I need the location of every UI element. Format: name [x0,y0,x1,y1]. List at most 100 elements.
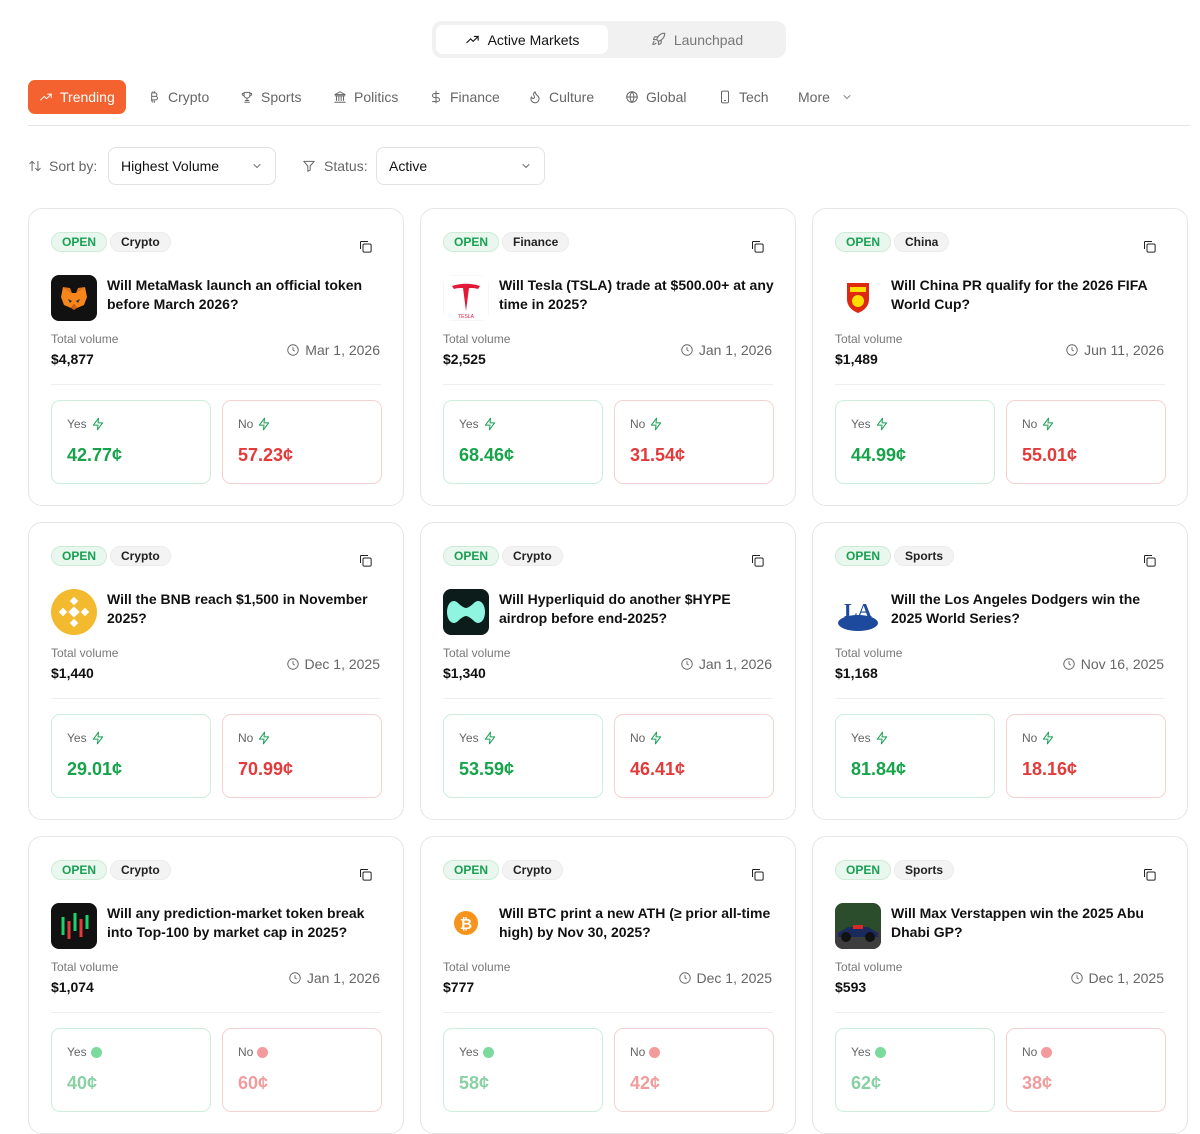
market-question[interactable]: Will the BNB reach $1,500 in November 20… [107,590,385,628]
no-label: No [238,1045,254,1059]
end-date: Dec 1, 2025 [1070,970,1164,986]
tab-launchpad[interactable]: Launchpad [612,25,782,54]
yes-button[interactable]: Yes 42.77¢ [51,400,211,484]
market-card[interactable]: OPEN Crypto Will any prediction-market t… [28,836,404,1134]
category-culture[interactable]: Culture [528,80,594,114]
yes-label: Yes [851,731,871,745]
no-button[interactable]: No 55.01¢ [1006,400,1166,484]
category-global[interactable]: Global [625,80,686,114]
sort-arrows-icon [29,160,41,172]
yes-label: Yes [851,417,871,431]
status-badge: OPEN [835,232,892,252]
market-card[interactable]: OPEN China Will China PR qualify for the… [812,208,1188,506]
no-button[interactable]: No 18.16¢ [1006,714,1166,798]
category-politics[interactable]: Politics [333,80,398,114]
yes-button[interactable]: Yes 40¢ [51,1028,211,1112]
tesla-logo: TESLA [443,275,489,321]
volume-label: Total volume [835,332,903,346]
no-button[interactable]: No 38¢ [1006,1028,1166,1112]
market-question[interactable]: Will MetaMask launch an official token b… [107,276,385,314]
category-more[interactable]: More [798,80,853,114]
status-label-group: Status: [302,147,368,185]
lightning-icon [259,417,270,431]
chevron-down-icon [253,164,261,168]
end-date-text: Dec 1, 2025 [696,970,773,986]
yes-button[interactable]: Yes 68.46¢ [443,400,603,484]
copy-icon[interactable] [750,867,765,882]
no-button[interactable]: No 42¢ [614,1028,774,1112]
market-question[interactable]: Will China PR qualify for the 2026 FIFA … [891,276,1169,314]
volume-value: $593 [835,979,867,995]
clock-icon [681,344,693,356]
lightning-icon [259,731,270,745]
yes-button[interactable]: Yes 29.01¢ [51,714,211,798]
f1-car-logo [835,903,881,949]
clock-icon [681,658,693,670]
market-card[interactable]: OPEN Sports Will Max Verstappen win the … [812,836,1188,1134]
no-button[interactable]: No 60¢ [222,1028,382,1112]
trending-up-icon [465,35,479,44]
market-card[interactable]: OPEN Crypto Will Hyperliquid do another … [420,522,796,820]
yes-label-group: Yes [459,1045,494,1059]
yes-label-group: Yes [851,731,889,745]
no-button[interactable]: No 70.99¢ [222,714,382,798]
tab-active-markets[interactable]: Active Markets [436,25,608,54]
copy-icon[interactable] [1142,867,1157,882]
copy-icon[interactable] [358,239,373,254]
market-card[interactable]: OPEN Crypto Will MetaMask launch an offi… [28,208,404,506]
market-card[interactable]: OPEN Crypto ₿ Will BTC print a new ATH (… [420,836,796,1134]
no-price: 46.41¢ [630,759,686,779]
market-question[interactable]: Will BTC print a new ATH (≥ prior all-ti… [499,904,777,942]
yes-button[interactable]: Yes 81.84¢ [835,714,995,798]
category-crypto[interactable]: Crypto [147,80,209,114]
yes-button[interactable]: Yes 53.59¢ [443,714,603,798]
market-question[interactable]: Will Tesla (TSLA) trade at $500.00+ at a… [499,276,777,314]
status-badge: OPEN [835,860,892,880]
volume-label: Total volume [51,332,119,346]
category-sports[interactable]: Sports [240,80,301,114]
status-select[interactable]: Active [376,147,545,185]
market-card[interactable]: OPEN Crypto Will the BNB reach $1,500 in… [28,522,404,820]
yes-button[interactable]: Yes 62¢ [835,1028,995,1112]
no-label-group: No [630,731,663,745]
copy-icon[interactable] [358,867,373,882]
no-label-group: No [1022,417,1055,431]
market-card[interactable]: OPEN Sports LA Will the Los Angeles Dodg… [812,522,1188,820]
trophy-icon [241,91,253,103]
yes-button[interactable]: Yes 58¢ [443,1028,603,1112]
sort-select[interactable]: Highest Volume [108,147,276,185]
category-badge: Crypto [110,546,171,566]
category-finance[interactable]: Finance [429,80,500,114]
category-divider [28,125,1190,126]
copy-icon[interactable] [1142,239,1157,254]
category-trending[interactable]: Trending [28,80,126,114]
no-price: 38¢ [1022,1073,1053,1093]
card-divider [835,698,1165,699]
no-button[interactable]: No 57.23¢ [222,400,382,484]
yes-price: 44.99¢ [851,445,907,465]
market-question[interactable]: Will Hyperliquid do another $HYPE airdro… [499,590,777,628]
volume-label: Total volume [51,646,119,660]
flame-icon [530,91,540,104]
copy-icon[interactable] [750,553,765,568]
market-card[interactable]: OPEN Finance TESLA Will Tesla (TSLA) tra… [420,208,796,506]
market-question[interactable]: Will any prediction-market token break i… [107,904,385,942]
market-question[interactable]: Will Max Verstappen win the 2025 Abu Dha… [891,904,1169,942]
lightning-icon [92,417,103,431]
no-button[interactable]: No 31.54¢ [614,400,774,484]
lightning-icon [876,731,887,745]
card-divider [835,384,1165,385]
category-tech[interactable]: Tech [718,80,769,114]
yes-button[interactable]: Yes 44.99¢ [835,400,995,484]
no-button[interactable]: No 46.41¢ [614,714,774,798]
yes-price: 42.77¢ [67,445,123,465]
sort-label-group: Sort by: [28,147,97,185]
copy-icon[interactable] [750,239,765,254]
copy-icon[interactable] [358,553,373,568]
lightning-icon [1043,417,1054,431]
copy-icon[interactable] [1142,553,1157,568]
bnb-logo [51,589,97,635]
market-question[interactable]: Will the Los Angeles Dodgers win the 202… [891,590,1169,628]
status-dot-icon [482,1046,494,1058]
category-label: Crypto [168,89,210,105]
